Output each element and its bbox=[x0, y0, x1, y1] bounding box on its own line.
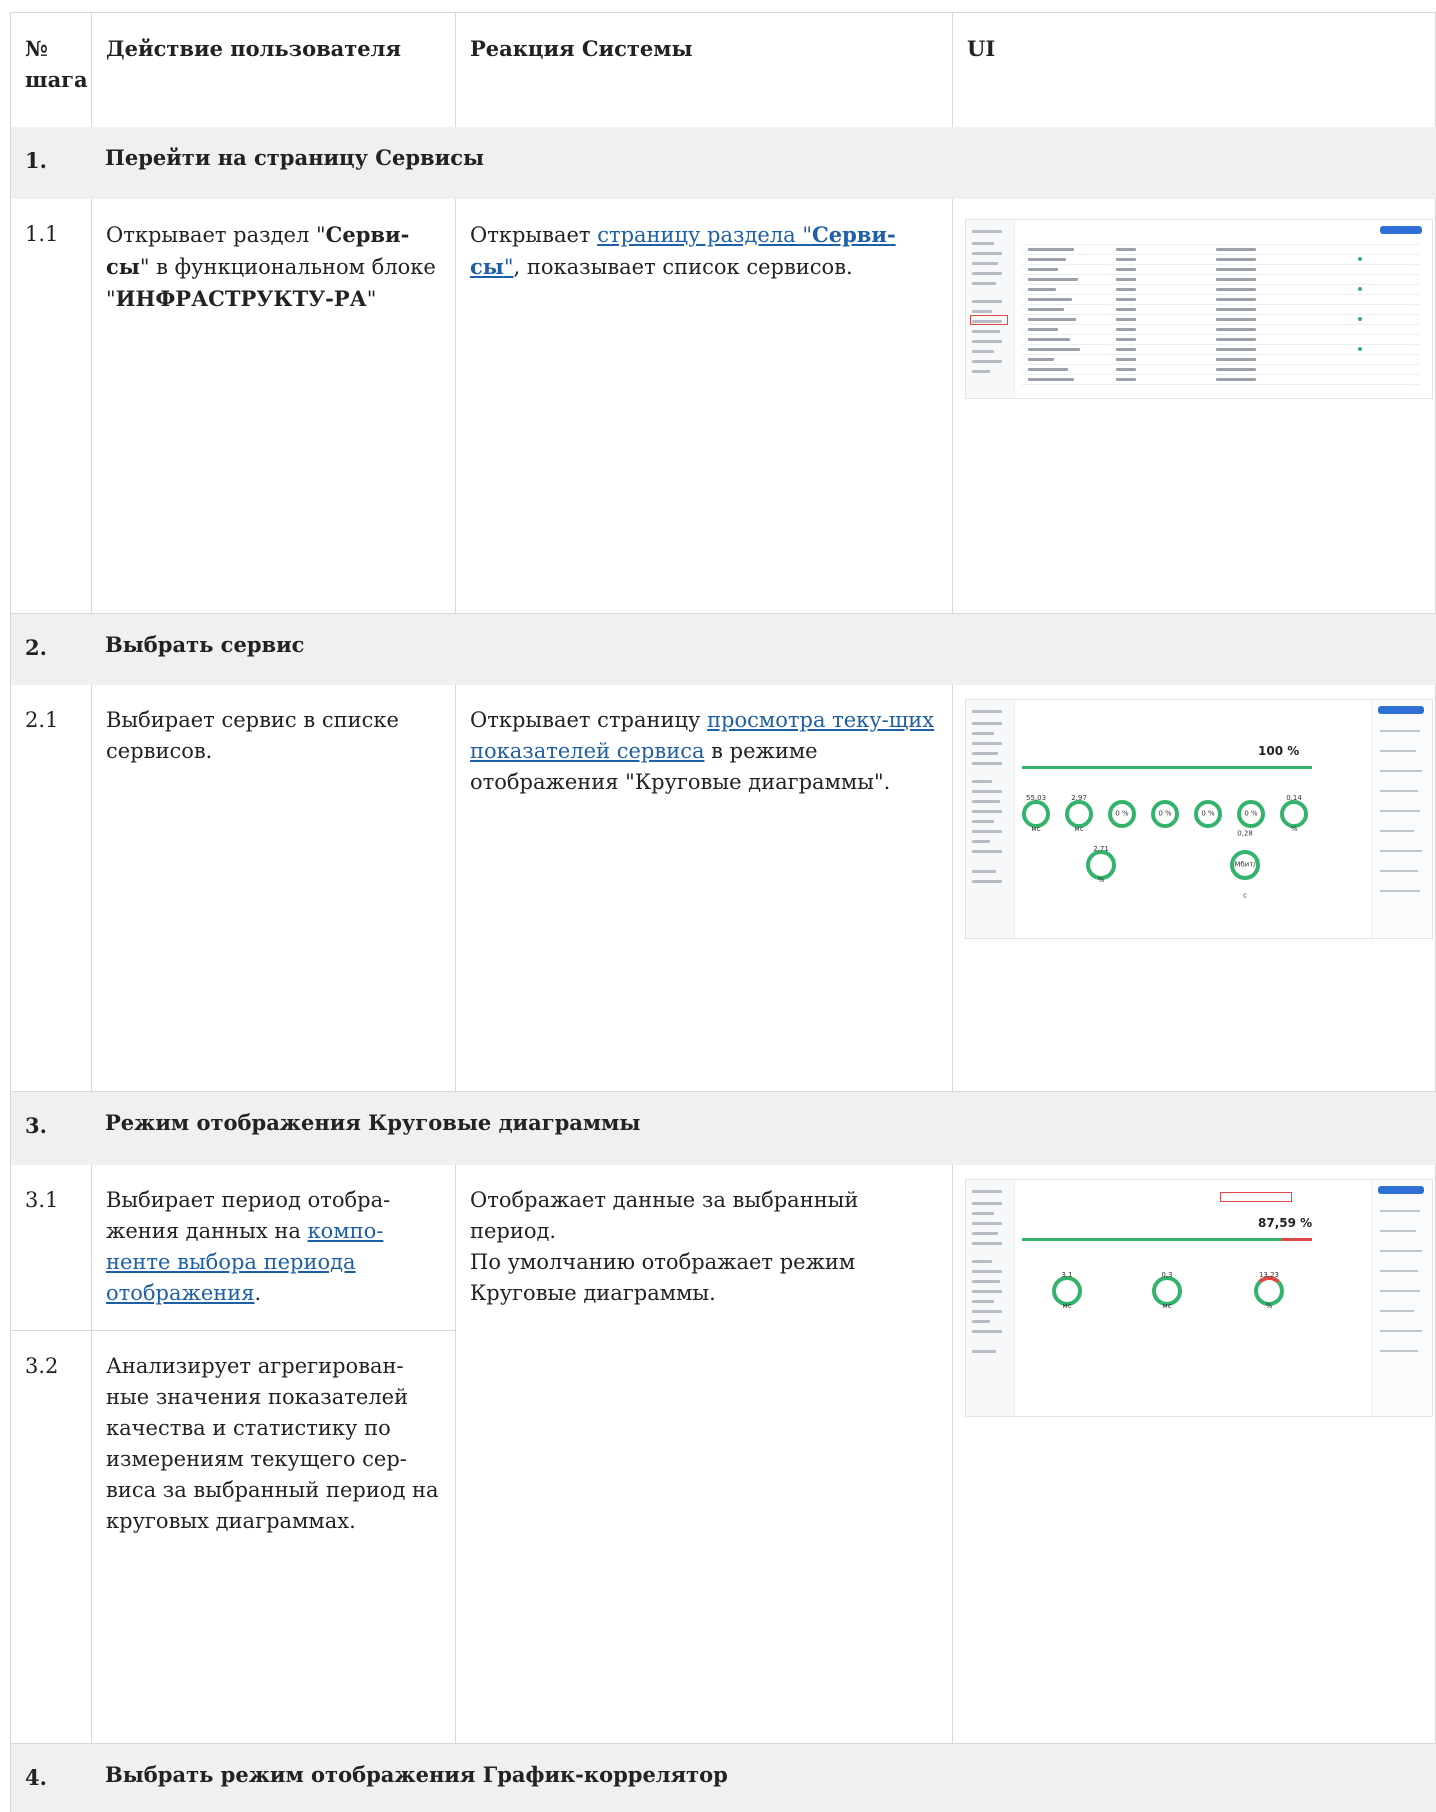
step-number: 3.2 bbox=[10, 1330, 92, 1743]
section-title: Режим отображения Круговые диаграммы bbox=[105, 1110, 641, 1135]
header-system-reaction: Реакция Системы bbox=[455, 13, 953, 127]
metric-ring: 0,3 мс bbox=[1152, 1271, 1182, 1310]
section-title: Выбрать сервис bbox=[105, 632, 305, 657]
step-row-3-1: 3.1 Выбирает период отобра-жения данных … bbox=[10, 1165, 1436, 1417]
metric-ring: 3,1 мс bbox=[1052, 1271, 1082, 1310]
section-number: 3. bbox=[10, 1092, 92, 1165]
availability-percent: 87,59 % bbox=[1258, 1216, 1313, 1230]
availability-percent: 100 % bbox=[1258, 744, 1300, 758]
step-row-3-2: 3.2 Анализирует агрегирован-ные значения… bbox=[10, 1330, 1436, 1743]
create-button[interactable] bbox=[1380, 226, 1422, 234]
stat-ring: 2,71 % bbox=[1086, 845, 1116, 884]
ui-cell: 100 % 55,03 мс 2,97 мс 0 % 0 % 0 % 0 % 0… bbox=[952, 685, 1436, 1091]
step-number: 1.1 bbox=[10, 199, 92, 613]
user-action: Открывает раздел "Серви-сы" в функционал… bbox=[91, 199, 456, 613]
system-reaction: Открывает страницу раздела "Серви-сы", п… bbox=[455, 199, 953, 613]
header-user-action: Действие пользователя bbox=[91, 13, 456, 127]
user-action: Выбирает сервис в списке сервисов. bbox=[91, 685, 456, 1091]
period-highlight-box bbox=[1220, 1192, 1292, 1202]
metric-ring: 0 % bbox=[1194, 800, 1222, 828]
header-ui: UI bbox=[952, 13, 1436, 127]
section-row-1: 1. Перейти на страницу Сервисы bbox=[10, 127, 1436, 199]
section-number: 2. bbox=[10, 614, 92, 685]
system-reaction: Открывает страницу просмотра теку-щих по… bbox=[455, 685, 953, 1091]
metric-ring: 0,14 % bbox=[1280, 794, 1308, 833]
stat-ring: 0,28 Мбит/с bbox=[1230, 830, 1260, 900]
user-action: Анализирует агрегирован-ные значения пок… bbox=[91, 1330, 456, 1743]
metric-ring: 13,23 % bbox=[1254, 1271, 1284, 1310]
section-row-3: 3. Режим отображения Круговые диаграммы bbox=[10, 1091, 1436, 1165]
table-header-row: № шага Действие пользователя Реакция Сис… bbox=[10, 12, 1436, 127]
services-list-screenshot bbox=[965, 219, 1433, 399]
metric-ring: 0 % bbox=[1108, 800, 1136, 828]
system-reaction bbox=[455, 1330, 953, 1743]
step-number: 2.1 bbox=[10, 685, 92, 1091]
section-title: Выбрать режим отображения График-корреля… bbox=[105, 1762, 728, 1787]
metric-ring: 55,03 мс bbox=[1022, 794, 1050, 833]
section-row-2: 2. Выбрать сервис bbox=[10, 613, 1436, 685]
section-title: Перейти на страницу Сервисы bbox=[105, 145, 485, 170]
metric-ring: 0 % bbox=[1151, 800, 1179, 828]
system-reaction: Отображает данные за выбранный период. П… bbox=[455, 1165, 953, 1330]
section-number: 1. bbox=[10, 127, 92, 199]
ui-cell bbox=[952, 199, 1436, 613]
highlight-box bbox=[970, 315, 1008, 325]
section-row-4: 4. Выбрать режим отображения График-корр… bbox=[10, 1743, 1436, 1812]
ui-cell: 87,59 % 3,1 мс 0,3 мс 13,23 % bbox=[952, 1165, 1436, 1417]
ui-cell bbox=[952, 1330, 1436, 1743]
section-number: 4. bbox=[10, 1744, 92, 1812]
service-metrics-screenshot: 100 % 55,03 мс 2,97 мс 0 % 0 % 0 % 0 % 0… bbox=[965, 699, 1433, 939]
user-action: Выбирает период отобра-жения данных на к… bbox=[91, 1165, 456, 1330]
header-step-number: № шага bbox=[10, 13, 92, 127]
step-row-1-1: 1.1 Открывает раздел "Серви-сы" в функци… bbox=[10, 199, 1436, 613]
step-row-2-1: 2.1 Выбирает сервис в списке сервисов. О… bbox=[10, 685, 1436, 1091]
step-number: 3.1 bbox=[10, 1165, 92, 1330]
metric-ring: 2,97 мс bbox=[1065, 794, 1093, 833]
